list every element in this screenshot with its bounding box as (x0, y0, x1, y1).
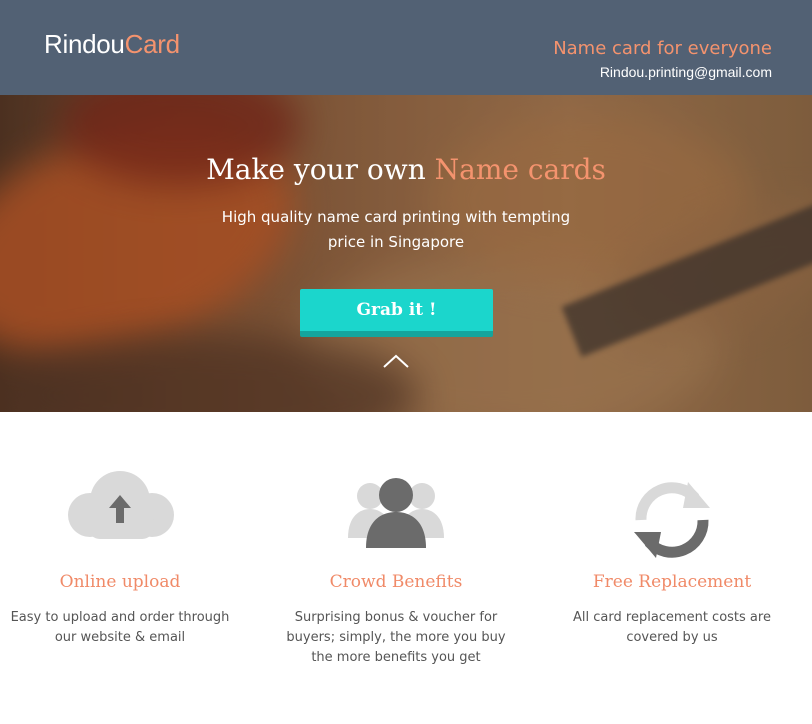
hero-subtitle: High quality name card printing with tem… (221, 208, 571, 251)
logo-text-primary: Rindou (44, 29, 125, 59)
feature-online-upload: Online upload Easy to upload and order t… (0, 460, 240, 648)
feature-icon-wrap (276, 460, 516, 560)
feature-crowd-benefits: Crowd Benefits Surprising bonus & vouche… (276, 460, 516, 668)
grab-it-button[interactable]: Grab it ! (300, 289, 493, 337)
feature-free-replacement: Free Replacement All card replacement co… (552, 460, 792, 648)
feature-title: Online upload (59, 572, 181, 592)
chevron-up-icon[interactable] (383, 353, 409, 369)
hero-section: Make your own Name cards High quality na… (0, 95, 812, 412)
feature-description: Surprising bonus & voucher for buyers; s… (286, 610, 506, 665)
header-tagline: Name card for everyone (553, 38, 772, 59)
hero-title-highlight: Name cards (434, 153, 606, 186)
hero-title-text: Make your own (206, 153, 435, 186)
group-users-icon (348, 478, 444, 548)
logo-text-accent: Card (124, 29, 180, 59)
hero-title: Make your own Name cards (0, 153, 812, 186)
refresh-icon (634, 482, 710, 558)
site-header: RindouCard Name card for everyone Rindou… (0, 0, 812, 95)
feature-description: All card replacement costs are covered b… (573, 610, 771, 645)
feature-icon-wrap (552, 460, 792, 560)
feature-title: Free Replacement (592, 572, 752, 592)
site-logo[interactable]: RindouCard (44, 29, 180, 60)
cloud-upload-icon (68, 471, 174, 539)
feature-title: Crowd Benefits (329, 572, 463, 592)
contact-email[interactable]: Rindou.printing@gmail.com (600, 64, 772, 80)
feature-description: Easy to upload and order through our web… (10, 610, 230, 645)
feature-icon-wrap (0, 460, 240, 560)
